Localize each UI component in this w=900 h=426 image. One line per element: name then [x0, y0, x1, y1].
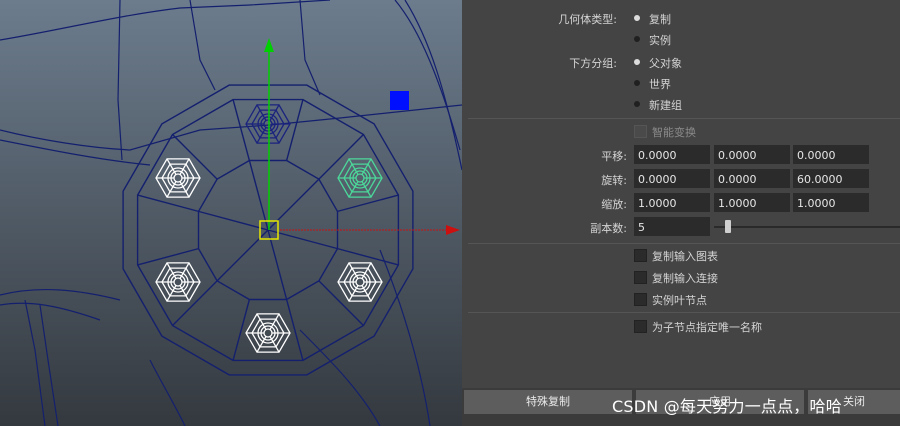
- radio-copy[interactable]: [634, 15, 640, 21]
- radio-world-label[interactable]: 世界: [649, 76, 671, 92]
- divider: [468, 243, 900, 244]
- copies-field[interactable]: 5: [634, 217, 710, 236]
- translate-x-field[interactable]: 0.0000: [634, 145, 710, 164]
- rotate-x-field[interactable]: 0.0000: [634, 169, 710, 188]
- radio-parent-label[interactable]: 父对象: [649, 55, 682, 71]
- radio-instance[interactable]: [634, 36, 640, 42]
- z-plane-handle[interactable]: [390, 91, 409, 110]
- scale-y-field[interactable]: 1.0000: [714, 193, 790, 212]
- options-body: 几何体类型: 复制 实例 下方分组: 父对象 世界 新建组 智能变换 平移: 0…: [462, 0, 900, 384]
- group-under-label: 下方分组:: [569, 57, 617, 70]
- rotate-label: 旋转:: [601, 174, 627, 187]
- translate-label: 平移:: [601, 150, 627, 163]
- translate-z-field[interactable]: 0.0000: [793, 145, 869, 164]
- duplicate-input-graph-label: 复制输入图表: [652, 250, 718, 263]
- viewport-background: [0, 0, 462, 426]
- smart-transform-checkbox[interactable]: [634, 125, 647, 138]
- radio-world[interactable]: [634, 80, 640, 86]
- scale-x-field[interactable]: 1.0000: [634, 193, 710, 212]
- duplicate-input-graph-checkbox[interactable]: [634, 249, 647, 262]
- translate-y-field[interactable]: 0.0000: [714, 145, 790, 164]
- divider: [468, 312, 900, 313]
- radio-new-group-label[interactable]: 新建组: [649, 97, 682, 113]
- geometry-type-label: 几何体类型:: [558, 13, 617, 26]
- radio-new-group[interactable]: [634, 101, 640, 107]
- scale-z-field[interactable]: 1.0000: [793, 193, 869, 212]
- unique-child-names-checkbox[interactable]: [634, 320, 647, 333]
- duplicate-input-connections-checkbox[interactable]: [634, 271, 647, 284]
- copies-slider-track[interactable]: [714, 226, 900, 228]
- radio-parent[interactable]: [634, 59, 640, 65]
- viewport-canvas[interactable]: [0, 0, 462, 426]
- radio-instance-label[interactable]: 实例: [649, 32, 671, 48]
- rotate-y-field[interactable]: 0.0000: [714, 169, 790, 188]
- duplicate-input-connections-label: 复制输入连接: [652, 272, 718, 285]
- scale-label: 缩放:: [601, 198, 627, 211]
- copies-slider-handle[interactable]: [725, 220, 731, 233]
- smart-transform-label: 智能变换: [652, 126, 696, 139]
- special-duplicate-button[interactable]: 特殊复制: [464, 390, 632, 414]
- csdn-watermark: CSDN @每天努力一点点，哈哈: [612, 397, 842, 416]
- instance-leaf-nodes-label: 实例叶节点: [652, 294, 707, 307]
- radio-copy-label[interactable]: 复制: [649, 11, 671, 27]
- unique-child-names-label: 为子节点指定唯一名称: [652, 321, 762, 334]
- divider: [468, 118, 900, 119]
- rotate-z-field[interactable]: 60.0000: [793, 169, 869, 188]
- duplicate-special-options-panel: 几何体类型: 复制 实例 下方分组: 父对象 世界 新建组 智能变换 平移: 0…: [462, 0, 900, 426]
- maya-viewport[interactable]: [0, 0, 462, 426]
- copies-label: 副本数:: [590, 222, 627, 235]
- instance-leaf-nodes-checkbox[interactable]: [634, 293, 647, 306]
